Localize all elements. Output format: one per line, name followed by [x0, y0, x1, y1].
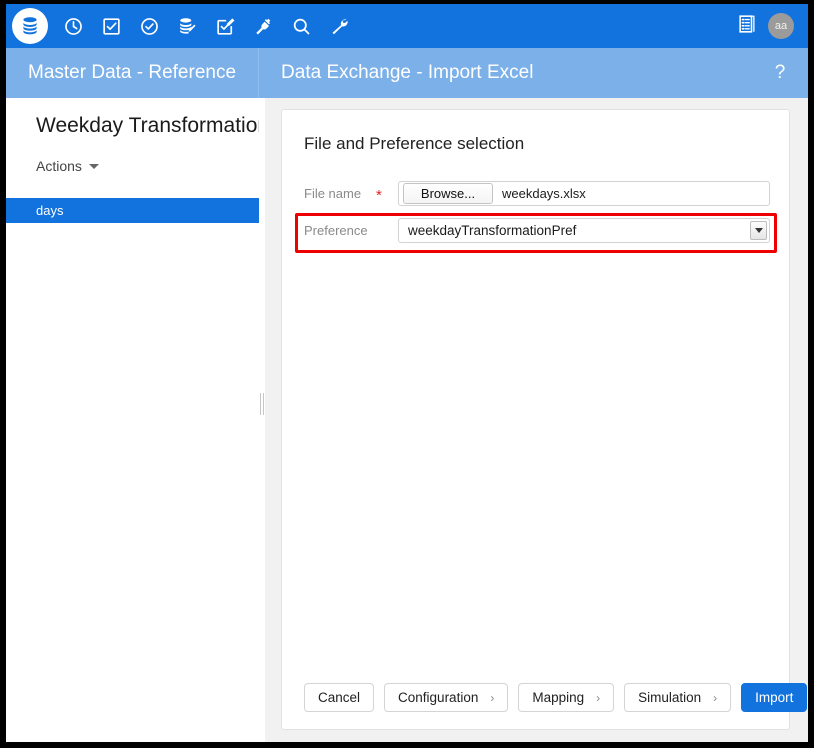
- panel-title: File and Preference selection: [282, 110, 789, 154]
- chevron-down-icon: [89, 164, 99, 169]
- chevron-right-icon: ›: [596, 691, 600, 705]
- chevron-right-icon: ›: [490, 691, 494, 705]
- form-row-preference: Preference weekdayTransformationPref: [282, 215, 789, 246]
- nav-item-connectors[interactable]: [244, 4, 282, 48]
- sidebar: Weekday Transformation Actions days: [6, 98, 259, 742]
- database-edit-icon: [177, 16, 198, 37]
- preference-label: Preference: [304, 223, 376, 238]
- page-title: Weekday Transformation: [6, 98, 259, 138]
- sidebar-item-days[interactable]: days: [6, 198, 259, 223]
- top-navigation-bar: aa: [6, 4, 808, 48]
- breadcrumb: Master Data - Reference Data Exchange - …: [6, 48, 808, 98]
- panel-footer: Cancel Configuration › Mapping › Simulat…: [282, 683, 808, 712]
- preference-value: weekdayTransformationPref: [408, 223, 576, 238]
- nav-item-tasks[interactable]: [92, 4, 130, 48]
- browse-button[interactable]: Browse...: [403, 183, 493, 204]
- application-window: aa Master Data - Reference Data Exchange…: [6, 4, 808, 742]
- nav-item-forms[interactable]: [206, 4, 244, 48]
- chevron-right-icon: ›: [713, 691, 717, 705]
- nav-item-scheduling[interactable]: [54, 4, 92, 48]
- top-nav-icon-group: [6, 4, 358, 48]
- circle-check-icon: [139, 16, 160, 37]
- screenshot-frame: aa Master Data - Reference Data Exchange…: [0, 0, 814, 748]
- simulation-button-label: Simulation: [638, 690, 701, 705]
- nav-item-administration[interactable]: [320, 4, 358, 48]
- file-name-field[interactable]: Browse... weekdays.xlsx: [398, 181, 770, 206]
- nav-item-master-data[interactable]: [6, 4, 54, 48]
- preference-required-spacer: [376, 229, 398, 232]
- configuration-button[interactable]: Configuration ›: [384, 683, 508, 712]
- actions-dropdown[interactable]: Actions: [36, 158, 99, 174]
- file-preference-panel: File and Preference selection File name …: [281, 109, 790, 730]
- import-button[interactable]: Import: [741, 683, 807, 712]
- preference-select[interactable]: weekdayTransformationPref: [398, 218, 770, 243]
- cancel-button-label: Cancel: [318, 690, 360, 705]
- search-icon: [291, 16, 312, 37]
- main-body: Weekday Transformation Actions days File…: [6, 98, 808, 742]
- nav-item-search[interactable]: [282, 4, 320, 48]
- breadcrumb-item-data-exchange[interactable]: Data Exchange - Import Excel: [258, 48, 555, 98]
- required-asterisk-icon: *: [376, 185, 398, 203]
- help-button[interactable]: ?: [766, 48, 794, 98]
- form-row-file-name: File name * Browse... weekdays.xlsx: [282, 178, 789, 209]
- simulation-button[interactable]: Simulation ›: [624, 683, 731, 712]
- clock-icon: [63, 16, 84, 37]
- file-name-value: weekdays.xlsx: [502, 186, 586, 201]
- form: File name * Browse... weekdays.xlsx Pref…: [282, 178, 789, 252]
- content-area: File and Preference selection File name …: [265, 98, 808, 742]
- file-name-label: File name: [304, 186, 376, 201]
- database-icon: [12, 8, 48, 44]
- list-icon[interactable]: [736, 13, 758, 40]
- checkbox-checked-icon: [101, 16, 122, 37]
- actions-label: Actions: [36, 158, 82, 174]
- import-button-label: Import: [755, 690, 793, 705]
- breadcrumb-item-master-data[interactable]: Master Data - Reference: [6, 48, 258, 98]
- plug-icon: [253, 16, 274, 37]
- configuration-button-label: Configuration: [398, 690, 478, 705]
- checkbox-edit-icon: [215, 16, 236, 37]
- nav-item-data-exchange[interactable]: [168, 4, 206, 48]
- chevron-down-icon[interactable]: [750, 221, 767, 240]
- wrench-icon: [329, 16, 350, 37]
- mapping-button[interactable]: Mapping ›: [518, 683, 614, 712]
- nav-item-validation[interactable]: [130, 4, 168, 48]
- top-nav-right-group: aa: [736, 4, 800, 48]
- mapping-button-label: Mapping: [532, 690, 584, 705]
- avatar[interactable]: aa: [768, 13, 794, 39]
- cancel-button[interactable]: Cancel: [304, 683, 374, 712]
